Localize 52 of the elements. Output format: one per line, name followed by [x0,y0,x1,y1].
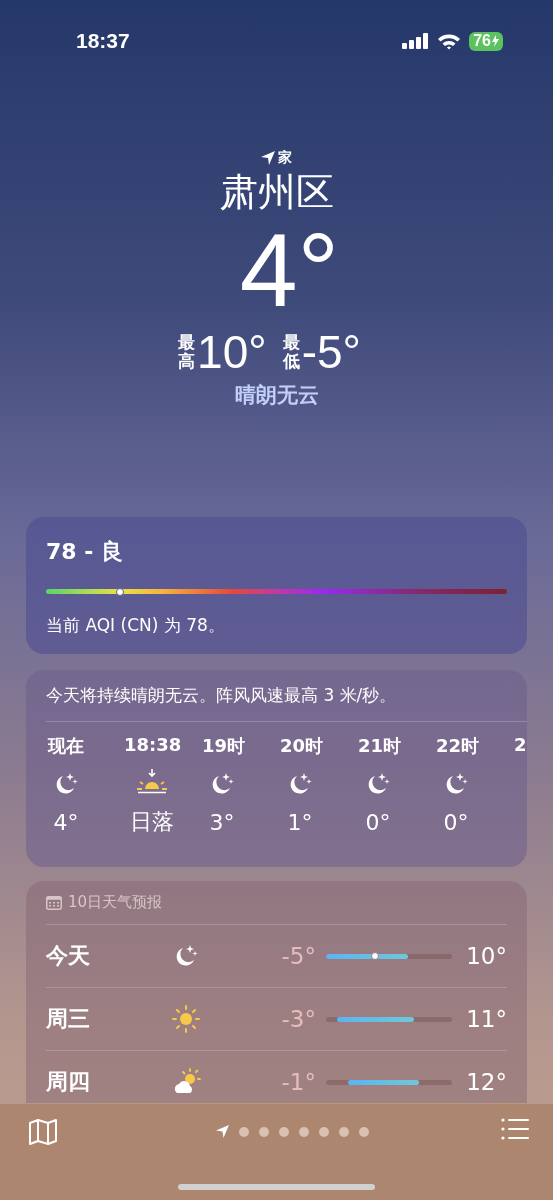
sunset-icon [135,768,169,794]
wifi-icon [437,32,462,50]
city-name: 肃州区 [219,169,334,215]
page-dot[interactable] [239,1126,249,1137]
hour-temperature: 日落 [129,808,175,836]
weather-condition: 晴朗无云 [234,382,319,409]
page-dot[interactable] [359,1126,369,1137]
page-dot[interactable] [259,1126,269,1137]
hour-label: 现在 [46,734,85,758]
high-temperature: 12° [465,1069,507,1095]
low-label: 最低 [282,333,300,371]
hour-label: 21时 [358,734,402,758]
page-dot[interactable] [339,1126,349,1137]
low-temperature: -3° [280,1006,316,1032]
hour-temperature: 1° [286,810,314,835]
status-time: 18:37 [76,29,130,53]
low-temperature: -5° [301,325,361,379]
page-dot[interactable] [279,1126,289,1137]
battery-indicator: 76 [469,31,503,51]
high-temperature: 10° [465,943,507,969]
sun-icon [172,1005,200,1033]
calendar-icon [46,895,62,910]
high-label: 最高 [178,333,196,371]
current-temperature: 4° [239,215,340,325]
high-temperature: 10° [197,325,267,379]
signal-icon [402,33,430,49]
hour-label: 2 [514,734,527,755]
location-page-icon[interactable] [216,1125,229,1138]
hour-label: 18:38 [124,734,182,755]
hour-label: 20时 [280,734,324,758]
page-dot[interactable] [319,1126,329,1137]
list-icon[interactable] [501,1118,529,1140]
location-arrow-icon [261,151,275,165]
hour-temperature: 3° [208,810,236,835]
forecast-summary: 今天将持续晴朗无云。阵风风速最高 3 米/秒。 [46,684,527,722]
hour-temperature: 4° [52,810,80,835]
hour-label: 22时 [436,734,480,758]
page-dot[interactable] [299,1126,309,1137]
day-label: 周三 [46,1005,91,1033]
day-label: 今天 [46,942,91,970]
low-temperature: -5° [280,943,316,969]
hour-temperature: 0° [442,810,470,835]
day-label: 周四 [46,1068,91,1096]
low-temperature: -1° [280,1069,316,1095]
high-temperature: 11° [465,1006,507,1032]
forecast-title: 10日天气预报 [68,893,163,912]
aqi-description: 当前 AQI (CN) 为 78。 [46,614,226,637]
location-label: 家 [278,149,292,167]
hour-label: 19时 [202,734,246,758]
map-icon[interactable] [28,1118,58,1146]
aqi-value: 78 - 良 [46,538,125,566]
hour-temperature: 0° [364,810,392,835]
